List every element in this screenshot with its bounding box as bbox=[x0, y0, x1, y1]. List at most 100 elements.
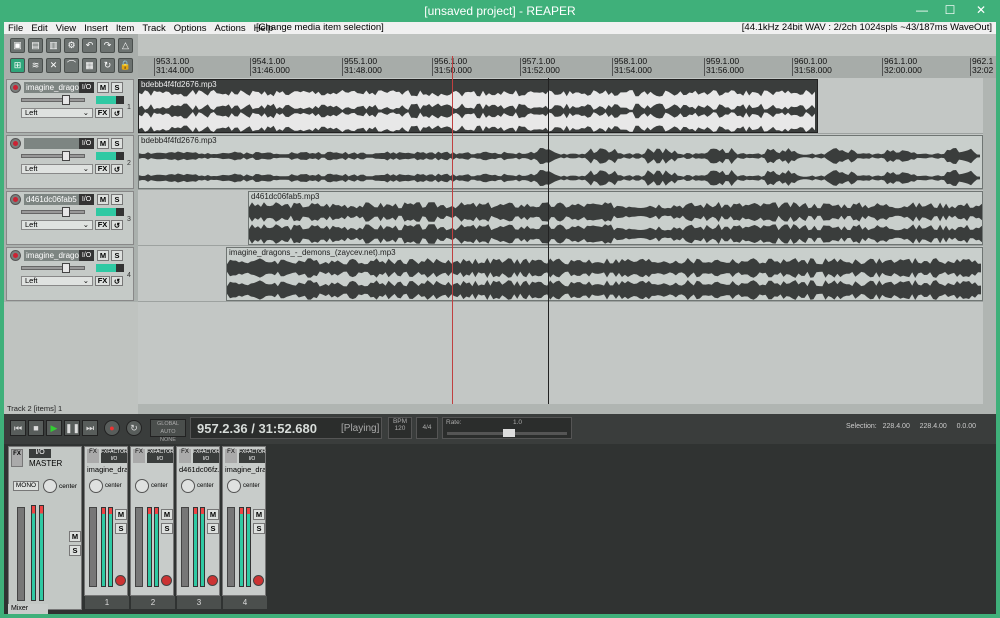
strip-pan-knob[interactable] bbox=[181, 479, 195, 493]
go-to-end-icon[interactable]: ⏭ bbox=[82, 420, 98, 436]
record-arm-button[interactable] bbox=[10, 82, 21, 93]
track-name[interactable]: d461dc06fab5 bbox=[24, 194, 79, 205]
time-display[interactable]: 957.2.36 / 31:52.680 [Playing] bbox=[190, 417, 382, 439]
new-project-icon[interactable]: ▣ bbox=[10, 38, 25, 53]
track-name[interactable]: imagine_dragon bbox=[24, 250, 79, 261]
time-signature[interactable]: 4/4 bbox=[416, 417, 438, 439]
track-io-button[interactable]: I/O bbox=[79, 250, 94, 261]
edit-cursor[interactable] bbox=[452, 56, 453, 404]
solo-button[interactable]: S bbox=[111, 138, 123, 149]
strip-record-arm-icon[interactable] bbox=[161, 575, 172, 586]
pan-dropdown[interactable]: Left ⌄ bbox=[21, 276, 93, 286]
save-project-icon[interactable]: ▥ bbox=[46, 38, 61, 53]
track-io-button[interactable]: I/O bbox=[79, 194, 94, 205]
open-project-icon[interactable]: ▤ bbox=[28, 38, 43, 53]
mono-button[interactable]: MONO bbox=[13, 481, 39, 491]
volume-fader[interactable] bbox=[21, 207, 85, 217]
media-item[interactable]: imagine_dragons_-_demons_(zaycev.net).mp… bbox=[226, 247, 983, 301]
phase-button[interactable]: ↺ bbox=[111, 220, 123, 230]
track-io-button[interactable]: I/O bbox=[79, 138, 94, 149]
strip-fx-button[interactable]: FX bbox=[179, 449, 191, 463]
phase-button[interactable]: ↺ bbox=[111, 276, 123, 286]
undo-icon[interactable]: ↶ bbox=[82, 38, 97, 53]
fx-button[interactable]: FX bbox=[95, 108, 110, 118]
rate-slider-knob[interactable] bbox=[503, 429, 515, 437]
media-item[interactable]: d461dc06fab5.mp3 bbox=[248, 191, 983, 245]
strip-io-button[interactable]: FXFACTOR I/O bbox=[147, 449, 174, 463]
mute-button[interactable]: M bbox=[97, 82, 109, 93]
phase-button[interactable]: ↺ bbox=[111, 108, 123, 118]
volume-fader[interactable] bbox=[21, 95, 85, 105]
strip-fx-button[interactable]: FX bbox=[87, 449, 99, 463]
volume-fader-knob[interactable] bbox=[62, 207, 70, 217]
metronome-icon[interactable]: △ bbox=[118, 38, 133, 53]
pan-dropdown[interactable]: Left ⌄ bbox=[21, 220, 93, 230]
strip-fader[interactable] bbox=[135, 507, 143, 587]
close-button[interactable]: ✕ bbox=[964, 0, 998, 20]
ripple-edit-icon[interactable]: ≋ bbox=[28, 58, 43, 73]
record-arm-button[interactable] bbox=[10, 250, 21, 261]
stop-icon[interactable]: ■ bbox=[28, 420, 44, 436]
strip-name[interactable] bbox=[133, 465, 173, 475]
volume-fader[interactable] bbox=[21, 263, 85, 273]
master-io-button[interactable]: I/O bbox=[29, 449, 51, 458]
strip-fader[interactable] bbox=[227, 507, 235, 587]
global-auto-button[interactable]: GLOBAL AUTO NONE bbox=[150, 419, 186, 443]
solo-button[interactable]: S bbox=[111, 82, 123, 93]
track-name[interactable]: imagine_dragon bbox=[24, 82, 79, 93]
track-header[interactable]: imagine_dragon I/O M S Left ⌄ FX ↺ 1 bbox=[6, 79, 134, 133]
media-item[interactable]: bdebb4f4fd2676.mp3 bbox=[138, 135, 983, 189]
solo-button[interactable]: S bbox=[111, 250, 123, 261]
strip-solo-button[interactable]: S bbox=[207, 523, 219, 534]
strip-io-button[interactable]: FXFACTOR I/O bbox=[101, 449, 128, 463]
strip-fx-button[interactable]: FX bbox=[133, 449, 145, 463]
rate-slider[interactable] bbox=[447, 429, 567, 437]
strip-io-button[interactable]: FXFACTOR I/O bbox=[239, 449, 266, 463]
pan-dropdown[interactable]: Left ⌄ bbox=[21, 164, 93, 174]
solo-button[interactable]: S bbox=[111, 194, 123, 205]
strip-solo-button[interactable]: S bbox=[253, 523, 265, 534]
strip-fader[interactable] bbox=[89, 507, 97, 587]
grid-icon[interactable]: ▦ bbox=[82, 58, 97, 73]
fx-button[interactable]: FX bbox=[95, 220, 110, 230]
redo-icon[interactable]: ↷ bbox=[100, 38, 115, 53]
auto-crossfade-icon[interactable]: ✕ bbox=[46, 58, 61, 73]
master-mute-button[interactable]: M bbox=[69, 531, 81, 542]
strip-io-button[interactable]: FXFACTOR I/O bbox=[193, 449, 220, 463]
strip-record-arm-icon[interactable] bbox=[115, 575, 126, 586]
strip-fx-button[interactable]: FX bbox=[225, 449, 237, 463]
volume-fader-knob[interactable] bbox=[62, 95, 70, 105]
strip-record-arm-icon[interactable] bbox=[207, 575, 218, 586]
bpm-box[interactable]: BPM 120 bbox=[388, 417, 412, 439]
pan-dropdown[interactable]: Left ⌄ bbox=[21, 108, 93, 118]
strip-pan-knob[interactable] bbox=[135, 479, 149, 493]
strip-mute-button[interactable]: M bbox=[161, 509, 173, 520]
strip-mute-button[interactable]: M bbox=[207, 509, 219, 520]
maximize-button[interactable]: ☐ bbox=[936, 0, 964, 20]
fx-button[interactable]: FX bbox=[95, 164, 110, 174]
strip-mute-button[interactable]: M bbox=[253, 509, 265, 520]
strip-pan-knob[interactable] bbox=[227, 479, 241, 493]
strip-fader[interactable] bbox=[181, 507, 189, 587]
minimize-button[interactable]: — bbox=[908, 0, 936, 20]
mute-button[interactable]: M bbox=[97, 250, 109, 261]
volume-fader[interactable] bbox=[21, 151, 85, 161]
lock-icon[interactable]: 🔒 bbox=[118, 58, 133, 73]
arrange-view[interactable]: bdebb4f4fd2676.mp3 bdebb4f4fd2676.mp3 d4… bbox=[138, 78, 983, 404]
loop-icon[interactable]: ↻ bbox=[100, 58, 115, 73]
volume-fader-knob[interactable] bbox=[62, 263, 70, 273]
mixer-tab[interactable]: Mixer bbox=[8, 604, 48, 614]
strip-name[interactable]: imagine_drag bbox=[225, 465, 265, 475]
envelope-icon[interactable]: ⌒ bbox=[64, 58, 79, 73]
grid-snap-icon[interactable]: ⊞ bbox=[10, 58, 25, 73]
pause-icon[interactable]: ❚❚ bbox=[64, 420, 80, 436]
rate-control[interactable]: Rate: 1.0 bbox=[442, 417, 572, 439]
record-arm-button[interactable] bbox=[10, 138, 21, 149]
play-icon[interactable]: ▶ bbox=[46, 420, 62, 436]
project-settings-icon[interactable]: ⚙ bbox=[64, 38, 79, 53]
timeline-ruler[interactable]: 953.1.00 31:44.000 954.1.00 31:46.000 955.1.… bbox=[138, 56, 996, 78]
horizontal-scrollbar[interactable] bbox=[138, 404, 996, 414]
media-item[interactable]: bdebb4f4fd2676.mp3 bbox=[138, 79, 818, 133]
strip-mute-button[interactable]: M bbox=[115, 509, 127, 520]
record-icon[interactable]: ● bbox=[104, 420, 120, 436]
